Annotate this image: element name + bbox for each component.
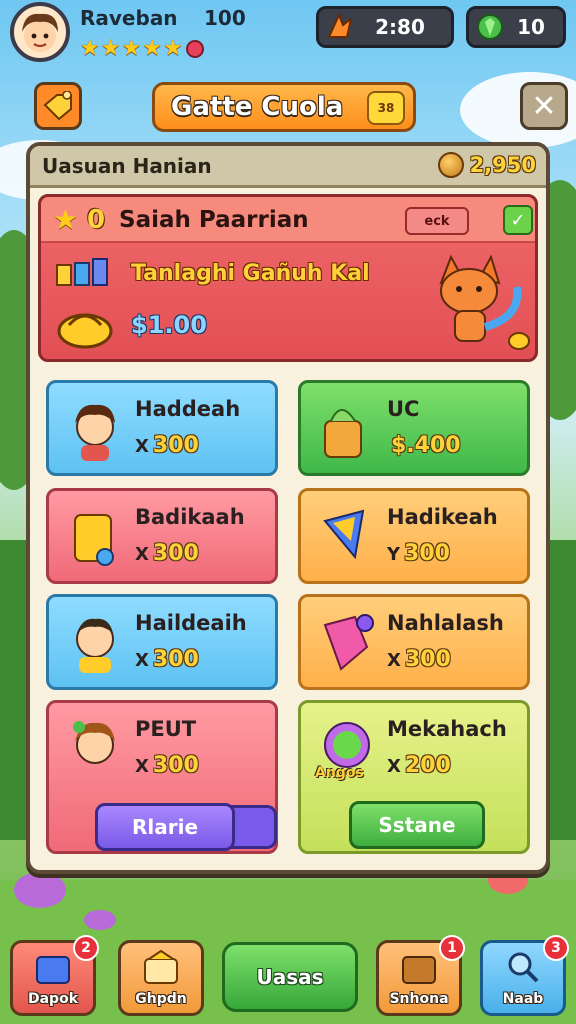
offer-card[interactable]: Haddeah X 300 — [46, 380, 278, 476]
nav-badge: 2 — [73, 935, 99, 961]
featured-tag: eck — [405, 207, 469, 235]
gem-value: 10 — [517, 15, 545, 39]
player-avatar[interactable] — [10, 2, 70, 62]
panel-title: Uasuan Hanian — [42, 153, 212, 178]
nav-label: Dapok — [27, 991, 79, 1007]
featured-title: Saiah Paarrian — [119, 207, 309, 233]
sale-tag-button[interactable] — [34, 82, 82, 130]
close-button[interactable]: ✕ — [520, 82, 568, 130]
card-action-button[interactable]: Rlarie — [95, 803, 235, 851]
check-icon[interactable]: ✓ — [503, 205, 533, 235]
player-level: 100 — [204, 6, 246, 30]
shield-icon — [323, 614, 374, 671]
panel-header: Uasuan Hanian 2,950 — [30, 146, 546, 188]
offer-card[interactable]: Nahlalash X 300 — [298, 594, 530, 690]
bag-icon — [324, 409, 362, 458]
star-icon: ★ — [80, 36, 100, 61]
chest-icon — [144, 949, 178, 984]
girl-character-icon — [75, 404, 115, 461]
card-price: Y 300 — [387, 541, 450, 566]
player-name: Raveban — [80, 6, 178, 30]
card-price: X 300 — [135, 541, 199, 566]
offer-card[interactable]: PEUT X 300 Rlarie — [46, 700, 278, 854]
nav-label: Ghpdn — [135, 991, 187, 1007]
card-name: Nahlalash — [387, 611, 504, 635]
card-action-button[interactable]: Sstane — [349, 801, 485, 849]
featured-count: 0 — [87, 205, 106, 235]
timer-counter[interactable]: 2:80 — [316, 6, 454, 48]
card-name: PEUT — [135, 717, 197, 741]
kite-icon — [323, 509, 365, 560]
card-price: X 300 — [135, 433, 199, 458]
coin-balance: 2,950 — [437, 152, 536, 178]
card-name: Haddeah — [135, 397, 241, 421]
card-price: X 300 — [135, 753, 199, 778]
star-icon: ★ — [142, 36, 162, 61]
coin-icon — [437, 152, 464, 178]
nav-label: Naab — [502, 991, 544, 1007]
close-icon: ✕ — [531, 88, 557, 124]
tag-icon — [43, 91, 72, 121]
card-name: Haildeaih — [135, 611, 247, 635]
star-icon: ★ — [162, 36, 183, 61]
nav-button-naab[interactable]: 3 Naab — [480, 935, 569, 1016]
button-shadow — [231, 805, 277, 849]
nav-label: Snhona — [389, 991, 449, 1007]
featured-offer[interactable]: ★ 0 Saiah Paarrian eck ✓ Tanlaghi Gañuh … — [38, 194, 538, 362]
featured-subtitle: Tanlaghi Gañuh Kal — [131, 261, 370, 286]
flame-icon — [327, 13, 353, 38]
star-icon: ★ — [53, 203, 79, 236]
coin-value: 2,950 — [469, 153, 536, 177]
card-name: Badikaah — [135, 505, 245, 529]
box-icon — [36, 956, 70, 984]
nav-badge: 1 — [439, 935, 465, 961]
girl-character-icon — [73, 721, 115, 764]
timer-value: 2:80 — [375, 15, 425, 39]
card-name: UC — [387, 397, 420, 421]
nav-badge: 3 — [543, 935, 569, 961]
nav-button-ghpdn[interactable]: Ghpdn — [118, 940, 204, 1016]
gem-icon — [477, 14, 503, 40]
offer-card[interactable]: Badikaah X 300 — [46, 488, 278, 584]
card-price: $.400 — [391, 433, 461, 458]
fox-mascot-icon — [439, 254, 530, 350]
boy-character-icon — [76, 618, 114, 673]
offer-card[interactable]: Haildeaih X 300 — [46, 594, 278, 690]
title-badge: 38 — [367, 91, 405, 125]
featured-price: $1.00 — [131, 311, 207, 339]
card-tag: Angos — [315, 765, 364, 781]
nav-button-snhona[interactable]: 1 Snhona — [376, 935, 465, 1016]
card-name: Mekahach — [387, 717, 507, 741]
nav-button-dapok[interactable]: 2 Dapok — [10, 935, 99, 1016]
items-icon — [56, 258, 108, 286]
offer-card[interactable]: UC $.400 — [298, 380, 530, 476]
star-icon: ★ — [121, 36, 142, 61]
player-rating: ★ ★ ★ ★ ★ — [80, 36, 204, 62]
gold-bag-icon — [57, 313, 113, 349]
rating-badge-icon — [185, 40, 204, 58]
card-price: X 300 — [387, 647, 451, 672]
card-name: Hadikeah — [387, 505, 498, 529]
search-icon — [508, 952, 539, 983]
offer-card[interactable]: Hadikeah Y 300 — [298, 488, 530, 584]
offer-card[interactable]: Angos Mekahach X 200 Sstane — [298, 700, 530, 854]
shop-title: Gatte Cuola — [171, 92, 344, 122]
card-price: X 300 — [135, 647, 199, 672]
star-icon: ★ — [100, 36, 121, 61]
crate-icon — [402, 956, 436, 984]
gem-counter[interactable]: 10 — [466, 6, 566, 48]
nav-button-main[interactable]: Uasas — [222, 942, 358, 1012]
book-icon — [74, 514, 114, 566]
shop-title-banner: Gatte Cuola 38 — [152, 82, 416, 132]
card-price: X 200 — [387, 753, 451, 778]
